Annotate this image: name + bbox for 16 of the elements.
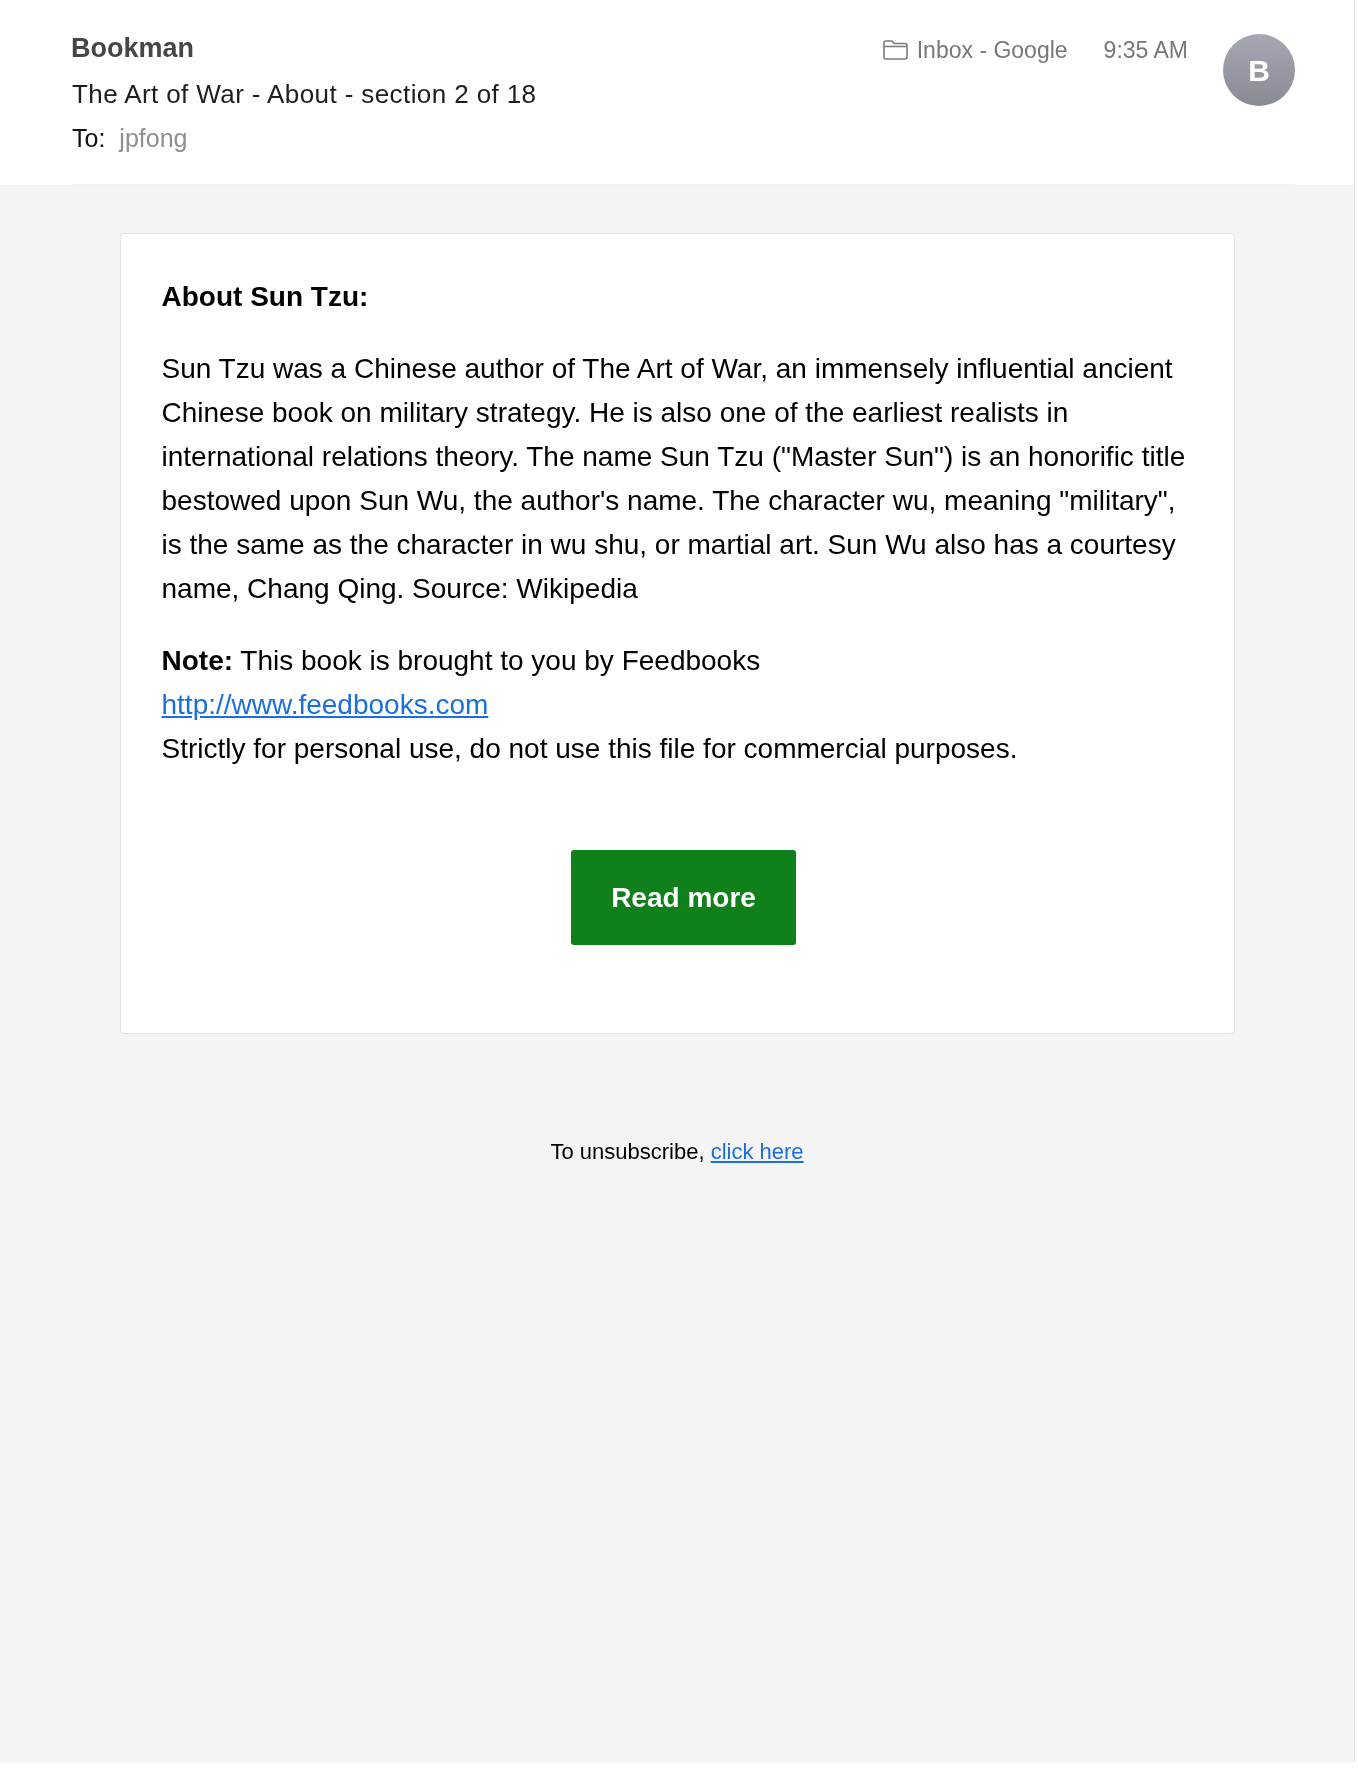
- read-more-button[interactable]: Read more: [571, 850, 796, 945]
- note-text: Note: This book is brought to you by Feedbooks: [161, 644, 761, 678]
- to-label: To:: [72, 123, 106, 154]
- message-time: 9:35 AM: [1103, 36, 1188, 65]
- section-heading: About Sun Tzu:: [161, 280, 370, 314]
- unsubscribe-link[interactable]: click here: [710, 1139, 804, 1164]
- avatar: B: [1223, 34, 1295, 106]
- mailbox-label: Inbox - Google: [916, 35, 1068, 65]
- website-link[interactable]: http://www.feedbooks.com: [161, 683, 489, 727]
- disclaimer-text: Strictly for personal use, do not use this file for commercial purposes.: [161, 732, 1018, 766]
- body-paragraph: Sun Tzu was a Chinese author of The Art of War, an immensely influential ancient Chinese book on military strategy. He is also one of the earliest realists in international relations theory. The name Sun Tzu ("Master Sun") is an honorific title bestowed upon Sun Wu, the author's name. The character wu, meaning "military", is the same as the character in wu shu, or martial art. Sun Wu also has a courtesy name, Chang Qing. Source: Wikipedia: [161, 352, 1187, 606]
- sender-name: Bookman: [71, 32, 196, 64]
- unsubscribe-text: To unsubscribe, click here: [550, 1138, 804, 1166]
- recipient-name: jpfong: [119, 123, 188, 154]
- email-subject: The Art of War - About - section 2 of 18: [72, 78, 537, 110]
- folder-icon: [882, 40, 908, 60]
